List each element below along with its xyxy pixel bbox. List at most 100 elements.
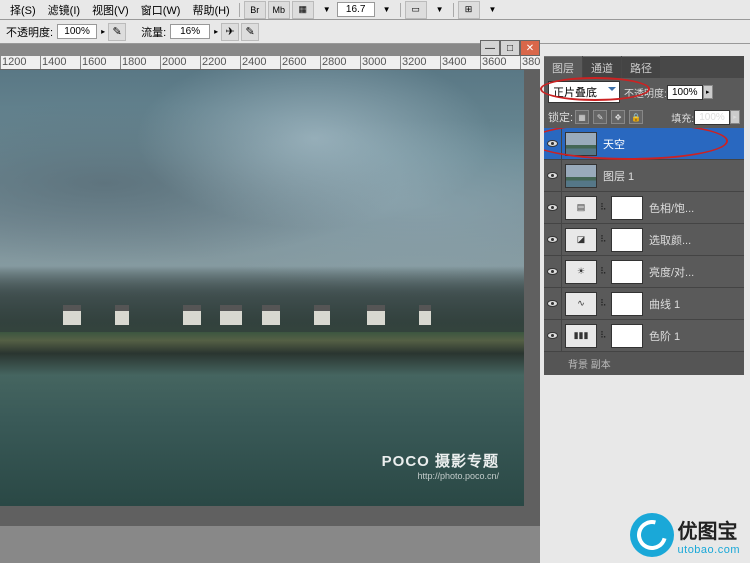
opacity-slider-icon[interactable]: ▸	[703, 85, 713, 99]
pressure-size-icon[interactable]: ✎	[241, 23, 259, 41]
layer-row[interactable]: ▤ ⠧ 色相/饱...	[544, 192, 744, 224]
layer-name[interactable]: 亮度/对...	[649, 264, 694, 280]
ruler-tick: 2800	[320, 56, 360, 69]
layer-name[interactable]: 图层 1	[603, 168, 634, 184]
panel-tabs: 图层 通道 路径	[544, 56, 744, 78]
logo-text-cn: 优图宝	[678, 515, 740, 544]
layer-mask[interactable]	[611, 228, 643, 252]
visibility-toggle[interactable]	[544, 320, 562, 352]
logo-text-en: utobao.com	[678, 544, 740, 556]
lock-position-icon[interactable]: ✥	[611, 110, 625, 124]
minimize-button[interactable]: —	[480, 40, 500, 56]
opacity-label: 不透明度:	[624, 85, 667, 100]
brightness-icon[interactable]: ☀	[565, 260, 597, 284]
menu-window[interactable]: 窗口(W)	[135, 2, 187, 18]
maximize-button[interactable]: □	[500, 40, 520, 56]
dropdown-icon[interactable]: ▼	[483, 5, 503, 14]
tab-layers[interactable]: 图层	[544, 56, 582, 79]
zoom-dropdown-icon[interactable]: ▼	[377, 5, 397, 14]
ruler-tick: 2000	[160, 56, 200, 69]
fill-slider-icon[interactable]: ▸	[730, 110, 740, 124]
selective-color-icon[interactable]: ◪	[565, 228, 597, 252]
ruler-tick: 2200	[200, 56, 240, 69]
lock-transparent-icon[interactable]: ▦	[575, 110, 589, 124]
opacity-input[interactable]: 100%	[57, 24, 97, 39]
layer-name[interactable]: 选取颜...	[649, 232, 691, 248]
layer-row[interactable]: 图层 1	[544, 160, 744, 192]
layer-mask[interactable]	[611, 260, 643, 284]
canvas-area: — □ ✕ 1200 1400 1600 1800 2000 2200 2400…	[0, 44, 540, 563]
window-controls: — □ ✕	[480, 40, 540, 56]
menu-filter[interactable]: 滤镜(I)	[42, 2, 86, 18]
layer-name[interactable]: 色阶 1	[649, 328, 680, 344]
layer-thumbnail[interactable]	[565, 164, 597, 188]
blend-mode-select[interactable]: 正片叠底	[548, 81, 620, 103]
separator	[400, 3, 401, 17]
hue-sat-icon[interactable]: ▤	[565, 196, 597, 220]
logo-icon	[630, 513, 674, 557]
lock-row: 锁定: ▦ ✎ ✥ 🔒 填充: 100% ▸	[544, 106, 744, 128]
pressure-opacity-icon[interactable]: ✎	[108, 23, 126, 41]
watermark-title: POCO 摄影专题	[382, 450, 499, 471]
visibility-toggle[interactable]	[544, 256, 562, 288]
layer-row-sky[interactable]: 天空	[544, 128, 744, 160]
layer-mask[interactable]	[611, 292, 643, 316]
flow-slider-icon[interactable]: ▸	[214, 27, 218, 36]
lock-pixels-icon[interactable]: ✎	[593, 110, 607, 124]
canvas-image[interactable]: POCO 摄影专题 http://photo.poco.cn/	[0, 70, 524, 506]
dropdown-icon[interactable]: ▼	[430, 5, 450, 14]
document-window: — □ ✕ 1200 1400 1600 1800 2000 2200 2400…	[0, 56, 540, 526]
arrange-icon[interactable]: ⊞	[458, 1, 480, 19]
dropdown-icon[interactable]: ▼	[317, 5, 337, 14]
curves-icon[interactable]: ∿	[565, 292, 597, 316]
layer-row[interactable]: ∿ ⠧ 曲线 1	[544, 288, 744, 320]
visibility-toggle[interactable]	[544, 160, 562, 192]
sky-region	[0, 70, 524, 297]
lock-all-icon[interactable]: 🔒	[629, 110, 643, 124]
layer-mask[interactable]	[611, 196, 643, 220]
separator	[453, 3, 454, 17]
visibility-toggle[interactable]	[544, 192, 562, 224]
layer-name[interactable]: 色相/饱...	[649, 200, 694, 216]
minibridge-icon[interactable]: Mb	[268, 1, 290, 19]
menu-view[interactable]: 视图(V)	[86, 2, 135, 18]
menu-help[interactable]: 帮助(H)	[186, 2, 235, 18]
close-button[interactable]: ✕	[520, 40, 540, 56]
levels-icon[interactable]: ▮▮▮	[565, 324, 597, 348]
tab-channels[interactable]: 通道	[583, 56, 621, 79]
layer-row[interactable]: ▮▮▮ ⠧ 色阶 1	[544, 320, 744, 352]
layer-opacity-input[interactable]: 100%	[667, 85, 703, 100]
layer-row[interactable]: ☀ ⠧ 亮度/对...	[544, 256, 744, 288]
visibility-toggle[interactable]	[544, 128, 562, 160]
tab-paths[interactable]: 路径	[622, 56, 660, 79]
grid-icon[interactable]: ▦	[292, 1, 314, 19]
airbrush-icon[interactable]: ✈	[221, 23, 239, 41]
ruler-tick: 3000	[360, 56, 400, 69]
opacity-slider-icon[interactable]: ▸	[101, 27, 105, 36]
zoom-value[interactable]: 16.7	[337, 2, 375, 17]
ruler-tick: 2600	[280, 56, 320, 69]
visibility-toggle[interactable]	[544, 224, 562, 256]
layer-name[interactable]: 天空	[603, 136, 625, 152]
layer-thumbnail[interactable]	[565, 132, 597, 156]
eye-icon	[547, 236, 558, 243]
horizontal-ruler: 1200 1400 1600 1800 2000 2200 2400 2600 …	[0, 56, 540, 70]
eye-icon	[547, 268, 558, 275]
visibility-toggle[interactable]	[544, 288, 562, 320]
flow-input[interactable]: 16%	[170, 24, 210, 39]
bridge-icon[interactable]: Br	[244, 1, 266, 19]
layer-name[interactable]: 曲线 1	[649, 296, 680, 312]
ruler-tick: 1200	[0, 56, 40, 69]
layer-row-partial[interactable]: 背景 副本	[544, 352, 744, 375]
screen-mode-icon[interactable]: ▭	[405, 1, 427, 19]
menu-bar: 择(S) 滤镜(I) 视图(V) 窗口(W) 帮助(H) Br Mb ▦ ▼ 1…	[0, 0, 750, 20]
watermark-url: http://photo.poco.cn/	[382, 471, 499, 481]
opacity-label: 不透明度:	[6, 24, 53, 40]
menu-select[interactable]: 择(S)	[4, 2, 42, 18]
layer-row[interactable]: ◪ ⠧ 选取颜...	[544, 224, 744, 256]
fill-input[interactable]: 100%	[694, 110, 730, 125]
link-icon: ⠧	[600, 298, 608, 309]
eye-icon	[547, 204, 558, 211]
layer-mask[interactable]	[611, 324, 643, 348]
ruler-tick: 1400	[40, 56, 80, 69]
